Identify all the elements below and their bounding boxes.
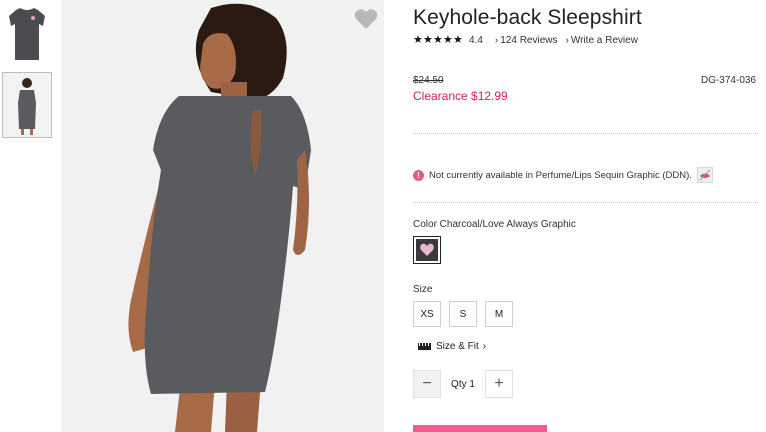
product-title: Keyhole-back Sleepshirt: [413, 6, 642, 29]
size-options: XS S M: [413, 301, 521, 327]
sale-price: Clearance $12.99: [413, 89, 508, 103]
quantity-decrease-button[interactable]: −: [413, 370, 441, 398]
rating-value: 4.4: [469, 34, 483, 46]
size-m-button[interactable]: M: [485, 301, 513, 327]
size-s-button[interactable]: S: [449, 301, 477, 327]
size-fit-label: Size & Fit: [436, 341, 479, 352]
unavailable-swatch-icon: [696, 167, 713, 183]
write-review-link[interactable]: › Write a Review: [566, 35, 638, 46]
quantity-increase-button[interactable]: +: [485, 370, 513, 398]
chevron-right-icon: ›: [482, 341, 487, 352]
size-xs-button[interactable]: XS: [413, 301, 441, 327]
flat-shirt-image: [9, 8, 45, 60]
rating-row: ★ ★ ★ ★ ★ 4.4 › 124 Reviews › Write a Re…: [413, 33, 638, 47]
add-to-bag-button[interactable]: [413, 425, 547, 432]
star-icon: ★: [443, 33, 453, 46]
original-price: $24.50: [413, 75, 444, 86]
write-review-label: Write a Review: [570, 34, 638, 46]
star-icon: ★: [413, 33, 423, 46]
reviews-link-label: 124 Reviews: [500, 34, 558, 46]
chevron-right-icon: ›: [494, 34, 499, 46]
thumbnail-front-flat[interactable]: [2, 2, 52, 68]
swatch-image: [416, 239, 438, 261]
quantity-stepper: − Qty 1 +: [413, 370, 513, 398]
model-thumbnail-image: [3, 73, 51, 137]
product-info-panel: Keyhole-back Sleepshirt ★ ★ ★ ★ ★ 4.4 › …: [413, 0, 758, 432]
lips-icon: [699, 169, 711, 181]
favorite-heart-icon[interactable]: [354, 8, 378, 30]
thumbnail-model-back[interactable]: [2, 72, 52, 138]
divider: [413, 133, 758, 134]
quantity-value: Qty 1: [451, 378, 475, 390]
heart-graphic-icon: [420, 243, 434, 256]
product-main-image: [61, 0, 384, 432]
ruler-icon: [418, 343, 431, 350]
heart-icon: [354, 9, 378, 30]
chevron-right-icon: ›: [565, 34, 569, 46]
availability-notice: ! Not currently available in Perfume/Lip…: [413, 167, 713, 183]
availability-text: Not currently available in Perfume/Lips …: [429, 169, 692, 181]
product-sku: DG-374-036: [700, 75, 756, 86]
star-icon: ★: [453, 33, 463, 46]
size-and-fit-link[interactable]: Size & Fit ›: [418, 341, 486, 352]
star-icon: ★: [433, 33, 443, 46]
model-illustration: [61, 0, 384, 432]
star-rating: ★ ★ ★ ★ ★: [413, 33, 463, 46]
star-icon: ★: [423, 33, 433, 46]
size-label: Size: [413, 284, 433, 295]
reviews-link[interactable]: › 124 Reviews: [495, 35, 558, 46]
info-icon: !: [413, 169, 424, 181]
divider: [413, 202, 758, 203]
color-label: Color Charcoal/Love Always Graphic: [413, 219, 576, 230]
color-swatch-charcoal[interactable]: [413, 236, 441, 264]
